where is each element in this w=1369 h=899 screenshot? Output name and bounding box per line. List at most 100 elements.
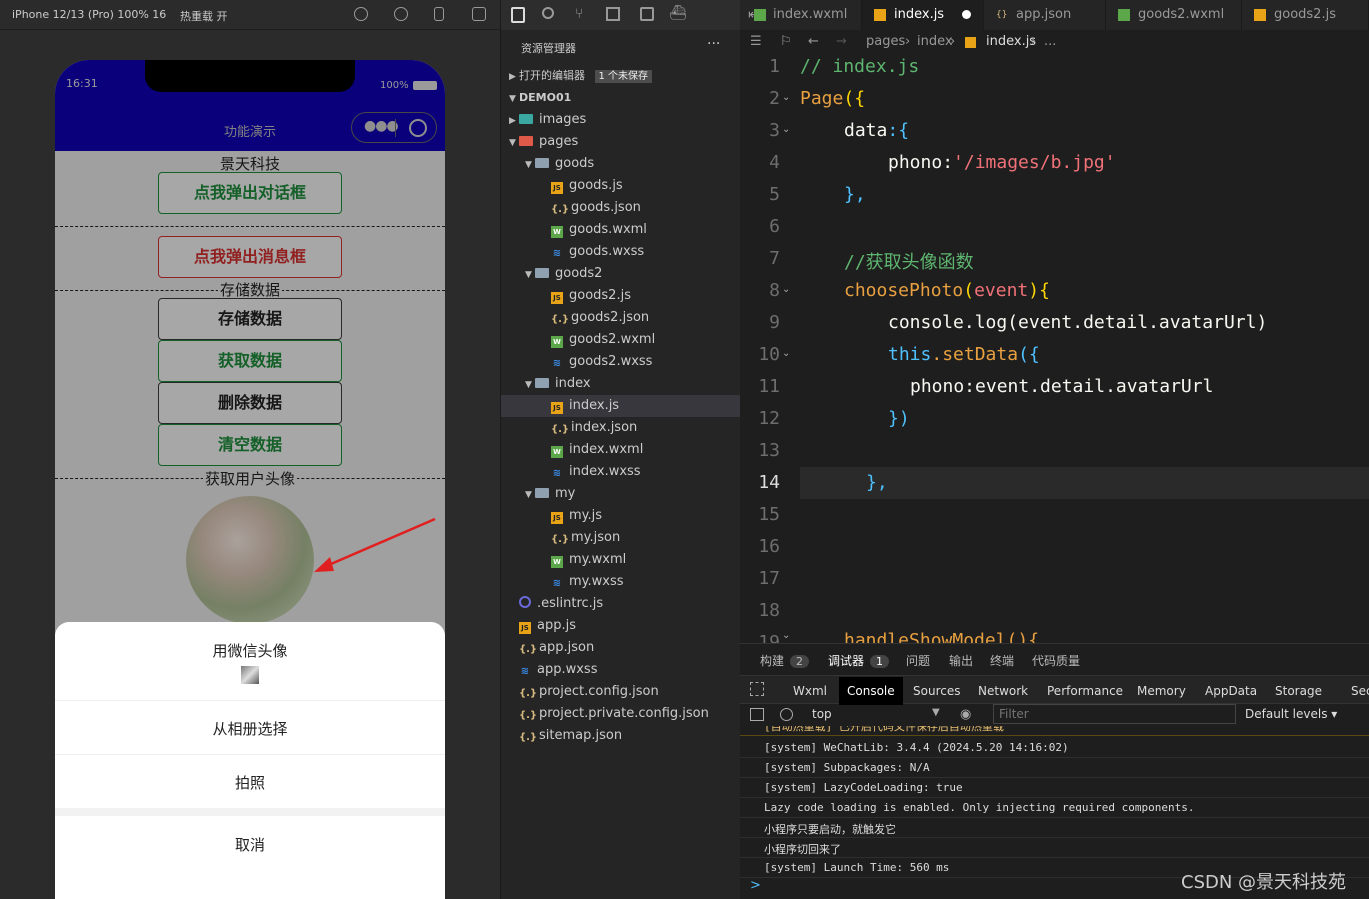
code-line-2[interactable]: Page({ — [800, 88, 865, 109]
devtools-tab[interactable]: Storage — [1275, 677, 1322, 705]
fold-chevron-icon[interactable]: ⌄ — [782, 630, 790, 641]
devtools-tab[interactable]: Console — [839, 677, 903, 705]
file-tree-item[interactable]: JS index.js — [501, 395, 741, 417]
fold-chevron-icon[interactable]: ⌄ — [782, 92, 790, 103]
debug-icon[interactable] — [640, 7, 654, 21]
code-line-19[interactable]: handleShowModel(){ — [844, 630, 1039, 643]
crumb-file[interactable]: index.js — [986, 30, 1036, 54]
file-tree-item[interactable]: .eslintrc.js — [501, 593, 741, 615]
extensions-icon[interactable] — [606, 7, 620, 21]
devtools-tab[interactable]: Performance — [1047, 677, 1123, 705]
code-line-10[interactable]: this.setData({ — [888, 344, 1040, 365]
hot-reload-toggle[interactable]: 热重载 开 — [180, 8, 228, 24]
file-tree-item[interactable]: ≋ app.wxss — [501, 659, 741, 681]
file-tree-item[interactable]: Windex.wxml — [501, 439, 741, 461]
devtools-tab[interactable]: Memory — [1137, 677, 1186, 705]
file-tree-item[interactable]: JS my.js — [501, 505, 741, 527]
file-tree-item[interactable]: Wmy.wxml — [501, 549, 741, 571]
use-wechat-avatar-option[interactable]: 用微信头像 — [55, 640, 445, 661]
log-levels-select[interactable]: Default levels ▾ — [1245, 707, 1337, 721]
choose-album-option[interactable]: 从相册选择 — [55, 718, 445, 739]
file-tree-item[interactable]: {.} goods.json — [501, 197, 741, 219]
source-control-icon[interactable]: ⑂ — [575, 6, 583, 22]
file-tree-item[interactable]: ▼ my — [501, 483, 741, 505]
devtools-tab[interactable]: Sources — [913, 677, 960, 705]
file-tree-item[interactable]: ≋ goods2.wxss — [501, 351, 741, 373]
crumb-more[interactable]: ... — [1044, 30, 1056, 54]
code-line-9[interactable]: console.log(event.detail.avatarUrl) — [888, 312, 1267, 333]
clear-console-icon[interactable] — [780, 708, 793, 721]
file-tree-item[interactable]: {.} index.json — [501, 417, 741, 439]
forward-icon[interactable]: → — [836, 30, 847, 54]
debug-tab[interactable]: 调试器 1 — [828, 652, 890, 669]
window-icon[interactable] — [472, 7, 486, 21]
code-line-3[interactable]: data:{ — [844, 120, 909, 141]
device-select[interactable]: iPhone 12/13 (Pro) 100% 16 — [12, 8, 166, 21]
file-tree-item[interactable]: JS app.js — [501, 615, 741, 637]
eye-icon[interactable]: ◉ — [960, 707, 971, 722]
debug-tab[interactable]: 终端 — [990, 652, 1014, 669]
crumb-pages[interactable]: pages — [866, 30, 905, 54]
phone-icon[interactable] — [434, 7, 444, 21]
tab-goods2-wxml[interactable]: goods2.wxml — [1106, 0, 1242, 30]
file-tree-item[interactable]: {.} app.json — [501, 637, 741, 659]
tab-index-js[interactable]: index.js — [862, 0, 984, 30]
devtools-tab[interactable]: Secur — [1351, 677, 1369, 705]
tab-index-wxml[interactable]: index.wxml — [740, 0, 862, 30]
debug-tab[interactable]: 输出 — [949, 652, 973, 669]
bookmark-icon[interactable]: ⚐ — [780, 30, 792, 54]
search-icon[interactable] — [542, 7, 554, 19]
file-tree-item[interactable]: {.} project.config.json — [501, 681, 741, 703]
crumb-index[interactable]: index — [917, 30, 953, 54]
code-line-8[interactable]: choosePhoto(event){ — [844, 280, 1050, 301]
fold-chevron-icon[interactable]: ⌄ — [782, 348, 790, 359]
file-tree-item[interactable]: {.} my.json — [501, 527, 741, 549]
debug-tab[interactable]: 代码质量 — [1032, 652, 1080, 669]
context-dropdown-icon[interactable]: ▼ — [932, 707, 940, 718]
fold-chevron-icon[interactable]: ⌄ — [782, 124, 790, 135]
context-select[interactable]: top — [812, 707, 832, 721]
code-line-11[interactable]: phono:event.detail.avatarUrl — [910, 376, 1213, 397]
code-line-14[interactable]: }, — [866, 472, 888, 493]
file-tree-item[interactable]: ≋ my.wxss — [501, 571, 741, 593]
list-icon[interactable]: ☰ — [750, 30, 762, 54]
refresh-icon[interactable] — [354, 7, 368, 21]
file-tree-item[interactable]: ▼ pages — [501, 131, 741, 153]
more-actions-icon[interactable]: ··· — [707, 36, 720, 52]
devtools-tab[interactable]: Network — [978, 677, 1028, 705]
debug-tab[interactable]: 问题 — [906, 652, 930, 669]
code-line-7[interactable]: //获取头像函数 — [844, 248, 974, 274]
file-tree-item[interactable]: ▶ images — [501, 109, 741, 131]
back-icon[interactable]: ← — [808, 30, 819, 54]
file-tree-item[interactable]: ≋ index.wxss — [501, 461, 741, 483]
file-tree-item[interactable]: JS goods2.js — [501, 285, 741, 307]
file-tree-item[interactable]: ▼ goods2 — [501, 263, 741, 285]
debug-tab[interactable]: 构建 2 — [760, 652, 810, 669]
project-header[interactable]: ▼ DEMO01 — [501, 87, 741, 109]
files-icon[interactable] — [511, 7, 525, 23]
sidebar-toggle-icon[interactable] — [750, 708, 764, 721]
console-filter-input[interactable] — [993, 704, 1236, 724]
code-line-12[interactable]: }) — [888, 408, 910, 429]
file-tree-item[interactable]: ▼ index — [501, 373, 741, 395]
stop-icon[interactable] — [394, 7, 408, 21]
cancel-option[interactable]: 取消 — [55, 834, 445, 855]
fold-chevron-icon[interactable]: ⌄ — [782, 284, 790, 295]
file-tree-item[interactable]: {.} project.private.config.json — [501, 703, 741, 725]
devtools-tab[interactable]: AppData — [1205, 677, 1257, 705]
file-tree-item[interactable]: {.} goods2.json — [501, 307, 741, 329]
code-line-1[interactable]: // index.js — [800, 56, 919, 77]
take-photo-option[interactable]: 拍照 — [55, 772, 445, 793]
file-tree-item[interactable]: JS goods.js — [501, 175, 741, 197]
devtools-tab[interactable]: Wxml — [793, 677, 827, 705]
inspect-icon[interactable] — [750, 682, 764, 696]
tab-app-json[interactable]: {} app.json — [984, 0, 1106, 30]
file-tree-item[interactable]: ≋ goods.wxss — [501, 241, 741, 263]
code-line-4[interactable]: phono:'/images/b.jpg' — [888, 152, 1116, 173]
docker-icon[interactable]: ⛴ — [669, 5, 687, 21]
file-tree-item[interactable]: {.} sitemap.json — [501, 725, 741, 747]
tab-goods2-js[interactable]: goods2.js — [1242, 0, 1369, 30]
console-prompt[interactable]: > — [750, 878, 761, 893]
open-editors-header[interactable]: ▶ 打开的编辑器 1 个未保存 — [501, 65, 741, 87]
file-tree-item[interactable]: Wgoods.wxml — [501, 219, 741, 241]
